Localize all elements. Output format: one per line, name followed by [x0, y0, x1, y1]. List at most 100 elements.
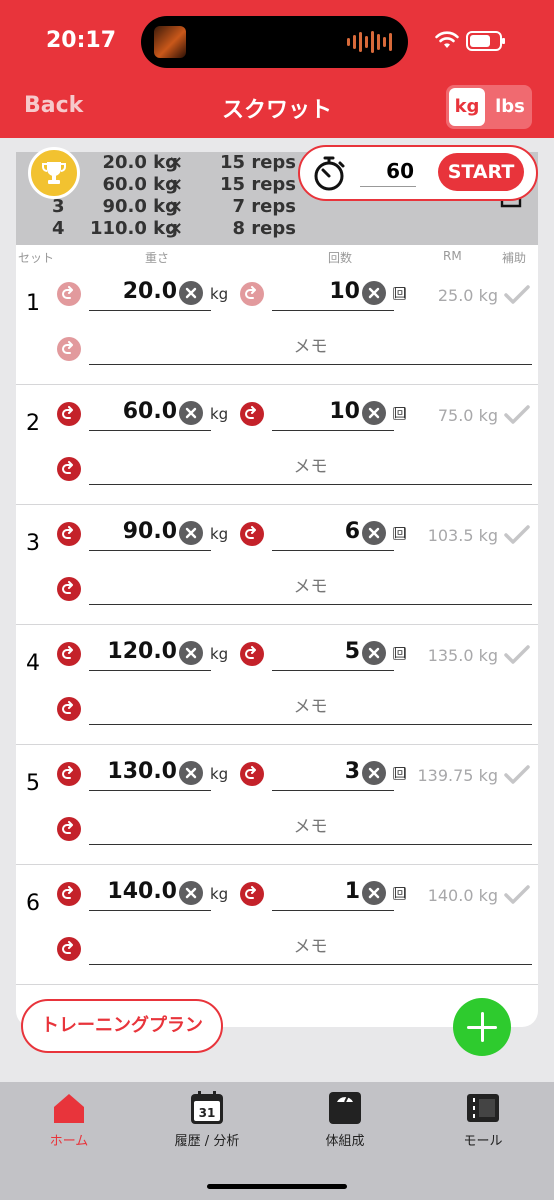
weight-unit: kg — [210, 285, 229, 303]
unit-kg-option[interactable]: kg — [449, 88, 485, 126]
copy-previous-reps-icon[interactable] — [240, 522, 264, 546]
weight-input[interactable]: 20.0 — [89, 275, 211, 311]
column-header-assist: 補助 — [502, 251, 527, 265]
copy-previous-weight-icon[interactable] — [57, 522, 81, 546]
weight-input[interactable]: 140.0 — [89, 875, 211, 911]
clear-reps-icon[interactable] — [362, 761, 386, 785]
assist-check-icon[interactable] — [504, 645, 530, 669]
clear-reps-icon[interactable] — [362, 401, 386, 425]
reps-value: 6 — [344, 519, 360, 544]
training-plan-button[interactable]: トレーニングプラン — [21, 999, 223, 1053]
trophy-icon[interactable] — [28, 147, 80, 199]
weight-input[interactable]: 120.0 — [89, 635, 211, 671]
copy-previous-memo-icon[interactable] — [57, 457, 81, 481]
set-row: 6 140.0 kg 1 回 140.0 kg メモ — [16, 865, 538, 985]
weight-input[interactable]: 90.0 — [89, 515, 211, 551]
copy-previous-memo-icon[interactable] — [57, 697, 81, 721]
home-icon — [51, 1090, 87, 1126]
estimated-rm: 135.0 kg — [427, 646, 498, 665]
weight-value: 20.0 — [122, 279, 177, 304]
reps-input[interactable]: 6 — [272, 515, 394, 551]
reps-input[interactable]: 5 — [272, 635, 394, 671]
set-row: 2 60.0 kg 10 回 75.0 kg メモ — [16, 385, 538, 505]
reps-input[interactable]: 10 — [272, 275, 394, 311]
assist-check-icon[interactable] — [504, 405, 530, 429]
rest-timer: 60 START — [298, 145, 538, 201]
memo-input[interactable]: メモ — [89, 929, 532, 965]
assist-check-icon[interactable] — [504, 885, 530, 909]
clear-reps-icon[interactable] — [362, 521, 386, 545]
estimated-rm: 25.0 kg — [437, 286, 498, 305]
tab-history[interactable]: 31 履歴 / 分析 — [138, 1090, 276, 1149]
timer-seconds-input[interactable]: 60 — [360, 155, 416, 187]
copy-previous-memo-icon[interactable] — [57, 577, 81, 601]
memo-input[interactable]: メモ — [89, 809, 532, 845]
copy-previous-weight-icon[interactable] — [57, 762, 81, 786]
clear-weight-icon[interactable] — [179, 521, 203, 545]
weight-value: 60.0 — [122, 399, 177, 424]
weight-value: 90.0 — [122, 519, 177, 544]
copy-previous-memo-icon[interactable] — [57, 337, 81, 361]
previous-set-num: 4 — [52, 218, 65, 239]
clear-weight-icon[interactable] — [179, 641, 203, 665]
copy-previous-weight-icon[interactable] — [57, 402, 81, 426]
copy-previous-weight-icon[interactable] — [57, 282, 81, 306]
reps-value: 10 — [329, 279, 360, 304]
previous-reps: 7 reps — [232, 196, 296, 217]
copy-previous-memo-icon[interactable] — [57, 817, 81, 841]
set-row: 1 20.0 kg 10 回 25.0 kg メモ — [16, 265, 538, 385]
reps-input[interactable]: 1 — [272, 875, 394, 911]
start-timer-button[interactable]: START — [438, 153, 524, 191]
clear-weight-icon[interactable] — [179, 761, 203, 785]
weight-value: 140.0 — [107, 879, 177, 904]
unit-toggle[interactable]: kg lbs — [446, 85, 532, 129]
weight-input[interactable]: 130.0 — [89, 755, 211, 791]
reps-value: 5 — [344, 639, 360, 664]
clear-weight-icon[interactable] — [179, 401, 203, 425]
home-indicator — [207, 1184, 347, 1189]
tab-home-label: ホーム — [49, 1134, 89, 1149]
copy-previous-reps-icon[interactable] — [240, 642, 264, 666]
reps-input[interactable]: 3 — [272, 755, 394, 791]
reps-input[interactable]: 10 — [272, 395, 394, 431]
memo-input[interactable]: メモ — [89, 329, 532, 365]
copy-previous-reps-icon[interactable] — [240, 762, 264, 786]
reps-value: 10 — [329, 399, 360, 424]
copy-previous-memo-icon[interactable] — [57, 937, 81, 961]
memo-input[interactable]: メモ — [89, 569, 532, 605]
memo-input[interactable]: メモ — [89, 449, 532, 485]
assist-check-icon[interactable] — [504, 765, 530, 789]
column-header-set: セット — [18, 251, 55, 265]
tab-home[interactable]: ホーム — [0, 1090, 138, 1149]
copy-previous-reps-icon[interactable] — [240, 282, 264, 306]
copy-previous-weight-icon[interactable] — [57, 642, 81, 666]
weight-unit: kg — [210, 765, 229, 783]
clear-weight-icon[interactable] — [179, 281, 203, 305]
clear-reps-icon[interactable] — [362, 881, 386, 905]
assist-check-icon[interactable] — [504, 525, 530, 549]
clear-reps-icon[interactable] — [362, 641, 386, 665]
weight-input[interactable]: 60.0 — [89, 395, 211, 431]
copy-previous-reps-icon[interactable] — [240, 402, 264, 426]
previous-times: × — [168, 152, 184, 173]
memo-input[interactable]: メモ — [89, 689, 532, 725]
unit-lbs-option[interactable]: lbs — [490, 88, 530, 126]
estimated-rm: 140.0 kg — [427, 886, 498, 905]
previous-reps: 15 reps — [220, 152, 296, 173]
copy-previous-weight-icon[interactable] — [57, 882, 81, 906]
add-set-button[interactable] — [453, 998, 511, 1056]
previous-reps: 8 reps — [232, 218, 296, 239]
column-header-weight: 重さ — [145, 251, 170, 265]
tab-body-composition[interactable]: 体組成 — [276, 1090, 414, 1149]
assist-check-icon[interactable] — [504, 285, 530, 309]
tab-store[interactable]: モール — [414, 1090, 552, 1149]
copy-previous-reps-icon[interactable] — [240, 882, 264, 906]
estimated-rm: 103.5 kg — [427, 526, 498, 545]
estimated-rm: 75.0 kg — [437, 406, 498, 425]
column-header-reps: 回数 — [328, 251, 353, 265]
stopwatch-icon — [314, 156, 345, 191]
clear-reps-icon[interactable] — [362, 281, 386, 305]
clear-weight-icon[interactable] — [179, 881, 203, 905]
set-number: 4 — [26, 651, 40, 676]
previous-weight: 60.0 kg — [102, 174, 178, 195]
